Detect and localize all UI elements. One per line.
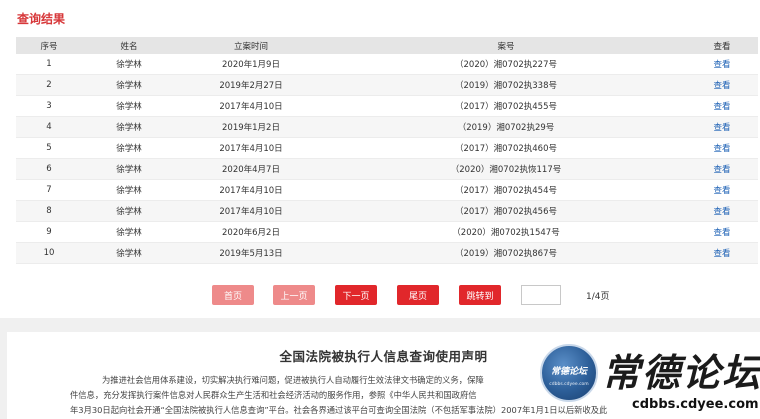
logo-ring-text: cdbbs.cdyee.com xyxy=(549,382,589,387)
table-row: 9 徐学林 2020年6月2日 （2020）湘0702执1547号 查看 xyxy=(16,221,758,243)
row-filing-date: 2019年1月2日 xyxy=(176,116,326,138)
column-header-filing-date: 立案时间 xyxy=(176,37,326,54)
watermark-name: 常德论坛 xyxy=(602,350,760,395)
view-link[interactable]: 查看 xyxy=(713,207,730,217)
row-filing-date: 2020年6月2日 xyxy=(176,221,326,243)
prev-page-button[interactable]: 上一页 xyxy=(273,285,315,305)
row-view-cell: 查看 xyxy=(686,137,758,159)
last-page-button[interactable]: 尾页 xyxy=(397,285,439,305)
row-case-number: （2020）湘0702执恢117号 xyxy=(326,158,686,180)
page-count: 1/4页 xyxy=(586,292,610,302)
row-name: 徐学林 xyxy=(82,242,176,264)
first-page-button[interactable]: 首页 xyxy=(212,285,254,305)
view-link[interactable]: 查看 xyxy=(713,102,730,112)
row-filing-date: 2019年5月13日 xyxy=(176,242,326,264)
row-case-number: （2020）湘0702执1547号 xyxy=(326,221,686,243)
row-filing-date: 2019年2月27日 xyxy=(176,74,326,96)
row-filing-date: 2020年4月7日 xyxy=(176,158,326,180)
pagination: 首页 上一页 下一页 尾页 跳转到 1/4页 xyxy=(0,285,760,307)
row-case-number: （2020）湘0702执227号 xyxy=(326,54,686,75)
row-view-cell: 查看 xyxy=(686,158,758,180)
view-link[interactable]: 查看 xyxy=(713,228,730,238)
row-index: 1 xyxy=(16,54,82,75)
row-filing-date: 2017年4月10日 xyxy=(176,200,326,222)
row-filing-date: 2020年1月9日 xyxy=(176,54,326,75)
table-row: 2 徐学林 2019年2月27日 （2019）湘0702执338号 查看 xyxy=(16,74,758,96)
view-link[interactable]: 查看 xyxy=(713,144,730,154)
row-case-number: （2019）湘0702执338号 xyxy=(326,74,686,96)
view-link[interactable]: 查看 xyxy=(713,81,730,91)
view-link[interactable]: 查看 xyxy=(713,60,730,70)
row-view-cell: 查看 xyxy=(686,242,758,264)
column-header-index: 序号 xyxy=(16,37,82,54)
view-link[interactable]: 查看 xyxy=(713,249,730,259)
row-case-number: （2019）湘0702执29号 xyxy=(326,116,686,138)
view-link[interactable]: 查看 xyxy=(713,123,730,133)
row-index: 8 xyxy=(16,200,82,222)
row-case-number: （2017）湘0702执460号 xyxy=(326,137,686,159)
column-header-case-number: 案号 xyxy=(326,37,686,54)
row-view-cell: 查看 xyxy=(686,95,758,117)
query-results-panel: 查询结果 序号 姓名 立案时间 案号 查看 1 徐学林 2020年1月9日 （2… xyxy=(0,0,760,318)
jump-to-button[interactable]: 跳转到 xyxy=(459,285,501,305)
table-row: 6 徐学林 2020年4月7日 （2020）湘0702执恢117号 查看 xyxy=(16,158,758,180)
row-view-cell: 查看 xyxy=(686,54,758,75)
results-title: 查询结果 xyxy=(17,12,66,26)
results-table: 序号 姓名 立案时间 案号 查看 1 徐学林 2020年1月9日 （2020）湘… xyxy=(16,37,758,264)
row-name: 徐学林 xyxy=(82,221,176,243)
row-name: 徐学林 xyxy=(82,95,176,117)
row-index: 10 xyxy=(16,242,82,264)
table-row: 1 徐学林 2020年1月9日 （2020）湘0702执227号 查看 xyxy=(16,54,758,75)
table-row: 3 徐学林 2017年4月10日 （2017）湘0702执455号 查看 xyxy=(16,95,758,117)
row-index: 3 xyxy=(16,95,82,117)
row-name: 徐学林 xyxy=(82,179,176,201)
row-view-cell: 查看 xyxy=(686,221,758,243)
forum-logo-icon: 常德论坛 cdbbs.cdyee.com xyxy=(540,344,598,402)
row-case-number: （2019）湘0702执867号 xyxy=(326,242,686,264)
row-filing-date: 2017年4月10日 xyxy=(176,137,326,159)
row-name: 徐学林 xyxy=(82,54,176,75)
row-view-cell: 查看 xyxy=(686,116,758,138)
next-page-button[interactable]: 下一页 xyxy=(335,285,377,305)
watermark-url: cdbbs.cdyee.com xyxy=(632,397,759,412)
notice-paragraph-line: 年3月30日起向社会开通“全国法院被执行人信息查询”平台。社会各界通过该平台可查… xyxy=(70,405,608,415)
row-case-number: （2017）湘0702执456号 xyxy=(326,200,686,222)
row-name: 徐学林 xyxy=(82,200,176,222)
row-index: 6 xyxy=(16,158,82,180)
table-row: 5 徐学林 2017年4月10日 （2017）湘0702执460号 查看 xyxy=(16,137,758,159)
row-view-cell: 查看 xyxy=(686,74,758,96)
view-link[interactable]: 查看 xyxy=(713,186,730,196)
row-filing-date: 2017年4月10日 xyxy=(176,95,326,117)
row-index: 4 xyxy=(16,116,82,138)
notice-paragraph-line: 件信息，充分发挥执行案件信息对人民群众生产生活和社会经济活动的服务作用，参照《中… xyxy=(70,390,477,400)
row-view-cell: 查看 xyxy=(686,200,758,222)
column-header-view: 查看 xyxy=(686,37,758,54)
row-case-number: （2017）湘0702执454号 xyxy=(326,179,686,201)
row-filing-date: 2017年4月10日 xyxy=(176,179,326,201)
row-case-number: （2017）湘0702执455号 xyxy=(326,95,686,117)
row-view-cell: 查看 xyxy=(686,179,758,201)
row-name: 徐学林 xyxy=(82,137,176,159)
table-row: 4 徐学林 2019年1月2日 （2019）湘0702执29号 查看 xyxy=(16,116,758,138)
row-index: 9 xyxy=(16,221,82,243)
table-header-row: 序号 姓名 立案时间 案号 查看 xyxy=(16,37,758,54)
row-index: 7 xyxy=(16,179,82,201)
table-row: 10 徐学林 2019年5月13日 （2019）湘0702执867号 查看 xyxy=(16,242,758,264)
view-link[interactable]: 查看 xyxy=(713,165,730,175)
row-name: 徐学林 xyxy=(82,116,176,138)
column-header-name: 姓名 xyxy=(82,37,176,54)
row-name: 徐学林 xyxy=(82,74,176,96)
page-number-input[interactable] xyxy=(521,285,561,305)
row-index: 2 xyxy=(16,74,82,96)
notice-paragraph-line: 为推进社会信用体系建设，切实解决执行难问题，促进被执行人自动履行生效法律文书确定… xyxy=(102,375,484,385)
forum-watermark: 常德论坛 cdbbs.cdyee.com 常德论坛 cdbbs.cdyee.co… xyxy=(528,340,760,419)
logo-text: 常德论坛 xyxy=(550,367,587,377)
row-index: 5 xyxy=(16,137,82,159)
row-name: 徐学林 xyxy=(82,158,176,180)
table-row: 8 徐学林 2017年4月10日 （2017）湘0702执456号 查看 xyxy=(16,200,758,222)
table-row: 7 徐学林 2017年4月10日 （2017）湘0702执454号 查看 xyxy=(16,179,758,201)
